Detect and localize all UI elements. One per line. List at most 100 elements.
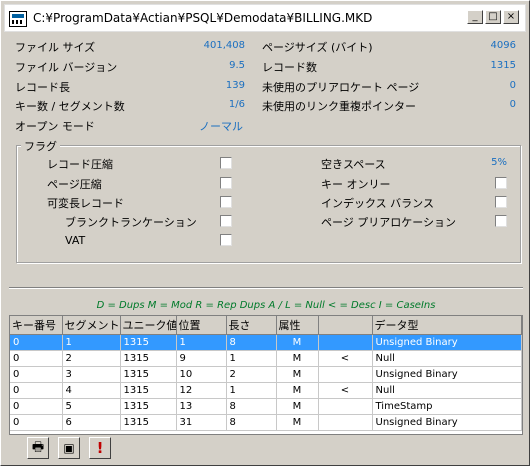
- column-header-unique-values[interactable]: ユニーク値: [120, 316, 177, 335]
- attribute-legend: D = Dups M = Mod R = Rep Dups A / L = Nu…: [96, 300, 436, 311]
- exclamation-icon: !: [96, 439, 104, 457]
- cell-data-type: Null: [372, 382, 522, 399]
- file-version-value: 9.5: [229, 60, 245, 71]
- close-button[interactable]: ×: [503, 10, 519, 24]
- cell-length: 8: [226, 334, 277, 351]
- cell-key-number: 0: [10, 398, 63, 415]
- unused-prealloc-label: 未使用のプリアロケート ページ: [262, 81, 420, 94]
- column-header-key-number[interactable]: キー番号: [10, 316, 63, 335]
- page-preallocation-label: ページ プリアロケーション: [321, 216, 457, 229]
- cell-key-number: 0: [10, 366, 63, 383]
- table-row[interactable]: 0 4 1315 12 1 M < Null: [10, 382, 522, 399]
- vat-label: VAT: [65, 234, 86, 247]
- cell-segment: 6: [62, 414, 121, 431]
- cell-unique-values: 1315: [120, 334, 177, 351]
- cell-key-number: 0: [10, 334, 63, 351]
- page-size-value: 4096: [490, 40, 516, 51]
- column-header-length[interactable]: 長さ: [226, 316, 277, 335]
- unused-dup-pointer-label: 未使用のリンク重複ポインター: [262, 100, 416, 113]
- cell-length: 1: [226, 350, 277, 367]
- file-size-value: 401,408: [203, 40, 245, 51]
- open-mode-value: ノーマル: [199, 120, 243, 133]
- save-button[interactable]: ▣: [58, 437, 80, 459]
- cell-position: 1: [176, 334, 227, 351]
- floppy-disk-icon: ▣: [63, 441, 75, 455]
- blank-truncation-checkbox[interactable]: [220, 215, 232, 227]
- cell-attribute: M: [276, 414, 319, 431]
- open-mode-label: オープン モード: [15, 120, 95, 133]
- cell-length: 8: [226, 414, 277, 431]
- table-header-row: キー番号 セグメント ユニーク値 位置 長さ 属性 データ型: [10, 316, 522, 335]
- cell-data-type: Unsigned Binary: [372, 366, 522, 383]
- cell-descending: [318, 398, 373, 415]
- key-segment-table[interactable]: キー番号 セグメント ユニーク値 位置 長さ 属性 データ型 0 1 1315 …: [9, 315, 523, 435]
- vat-checkbox[interactable]: [220, 234, 232, 246]
- cell-unique-values: 1315: [120, 398, 177, 415]
- key-only-checkbox[interactable]: [495, 177, 507, 189]
- cell-key-number: 0: [10, 414, 63, 431]
- cell-data-type: Null: [372, 350, 522, 367]
- page-compression-label: ページ圧縮: [47, 178, 102, 191]
- cell-attribute: M: [276, 350, 319, 367]
- section-divider: [9, 287, 523, 289]
- cell-key-number: 0: [10, 350, 63, 367]
- cell-length: 8: [226, 398, 277, 415]
- cell-descending: <: [318, 382, 373, 399]
- record-compression-label: レコード圧縮: [47, 158, 113, 171]
- keys-segments-value: 1/6: [228, 99, 245, 110]
- alert-button[interactable]: !: [89, 437, 111, 459]
- cell-key-number: 0: [10, 382, 63, 399]
- cell-descending: <: [318, 350, 373, 367]
- variable-length-label: 可変長レコード: [47, 197, 124, 210]
- cell-length: 2: [226, 366, 277, 383]
- record-length-label: レコード長: [15, 81, 70, 94]
- column-header-data-type[interactable]: データ型: [372, 316, 522, 335]
- minimize-button[interactable]: _: [467, 10, 483, 24]
- cell-position: 13: [176, 398, 227, 415]
- cell-position: 10: [176, 366, 227, 383]
- cell-descending: [318, 334, 373, 351]
- cell-unique-values: 1315: [120, 414, 177, 431]
- column-header-position[interactable]: 位置: [176, 316, 227, 335]
- table-row[interactable]: 0 2 1315 9 1 M < Null: [10, 350, 522, 367]
- free-space-label: 空きスペース: [321, 158, 386, 171]
- page-preallocation-checkbox[interactable]: [495, 215, 507, 227]
- column-header-blank[interactable]: [318, 316, 373, 335]
- maximize-button[interactable]: □: [485, 10, 501, 24]
- variable-length-checkbox[interactable]: [220, 196, 232, 208]
- cell-unique-values: 1315: [120, 382, 177, 399]
- index-balance-checkbox[interactable]: [495, 196, 507, 208]
- column-header-segment[interactable]: セグメント: [62, 316, 121, 335]
- cell-data-type: TimeStamp: [372, 398, 522, 415]
- record-compression-checkbox[interactable]: [220, 157, 232, 169]
- flags-group-title: フラグ: [21, 138, 60, 154]
- cell-attribute: M: [276, 334, 319, 351]
- unused-prealloc-value: 0: [509, 80, 516, 91]
- cell-attribute: M: [276, 398, 319, 415]
- cell-segment: 5: [62, 398, 121, 415]
- free-space-value: 5%: [491, 157, 507, 168]
- page-size-label: ページサイズ (バイト): [262, 41, 373, 54]
- cell-attribute: M: [276, 366, 319, 383]
- cell-attribute: M: [276, 382, 319, 399]
- cell-descending: [318, 414, 373, 431]
- page-compression-checkbox[interactable]: [220, 177, 232, 189]
- window-title: C:¥ProgramData¥Actian¥PSQL¥Demodata¥BILL…: [33, 11, 373, 25]
- cell-descending: [318, 366, 373, 383]
- cell-unique-values: 1315: [120, 366, 177, 383]
- record-count-value: 1315: [490, 60, 516, 71]
- column-header-attributes[interactable]: 属性: [276, 316, 319, 335]
- record-count-label: レコード数: [262, 61, 317, 74]
- table-row[interactable]: 0 6 1315 31 8 M Unsigned Binary: [10, 414, 522, 431]
- file-version-label: ファイル バージョン: [15, 61, 118, 74]
- cell-position: 9: [176, 350, 227, 367]
- cell-segment: 4: [62, 382, 121, 399]
- table-row[interactable]: 0 3 1315 10 2 M Unsigned Binary: [10, 366, 522, 383]
- table-row[interactable]: 0 5 1315 13 8 M TimeStamp: [10, 398, 522, 415]
- cell-position: 31: [176, 414, 227, 431]
- cell-unique-values: 1315: [120, 350, 177, 367]
- table-row[interactable]: 0 1 1315 1 8 M Unsigned Binary: [10, 334, 522, 351]
- cell-data-type: Unsigned Binary: [372, 334, 522, 351]
- title-bar[interactable]: C:¥ProgramData¥Actian¥PSQL¥Demodata¥BILL…: [4, 4, 526, 32]
- print-button[interactable]: 🖶: [27, 437, 49, 459]
